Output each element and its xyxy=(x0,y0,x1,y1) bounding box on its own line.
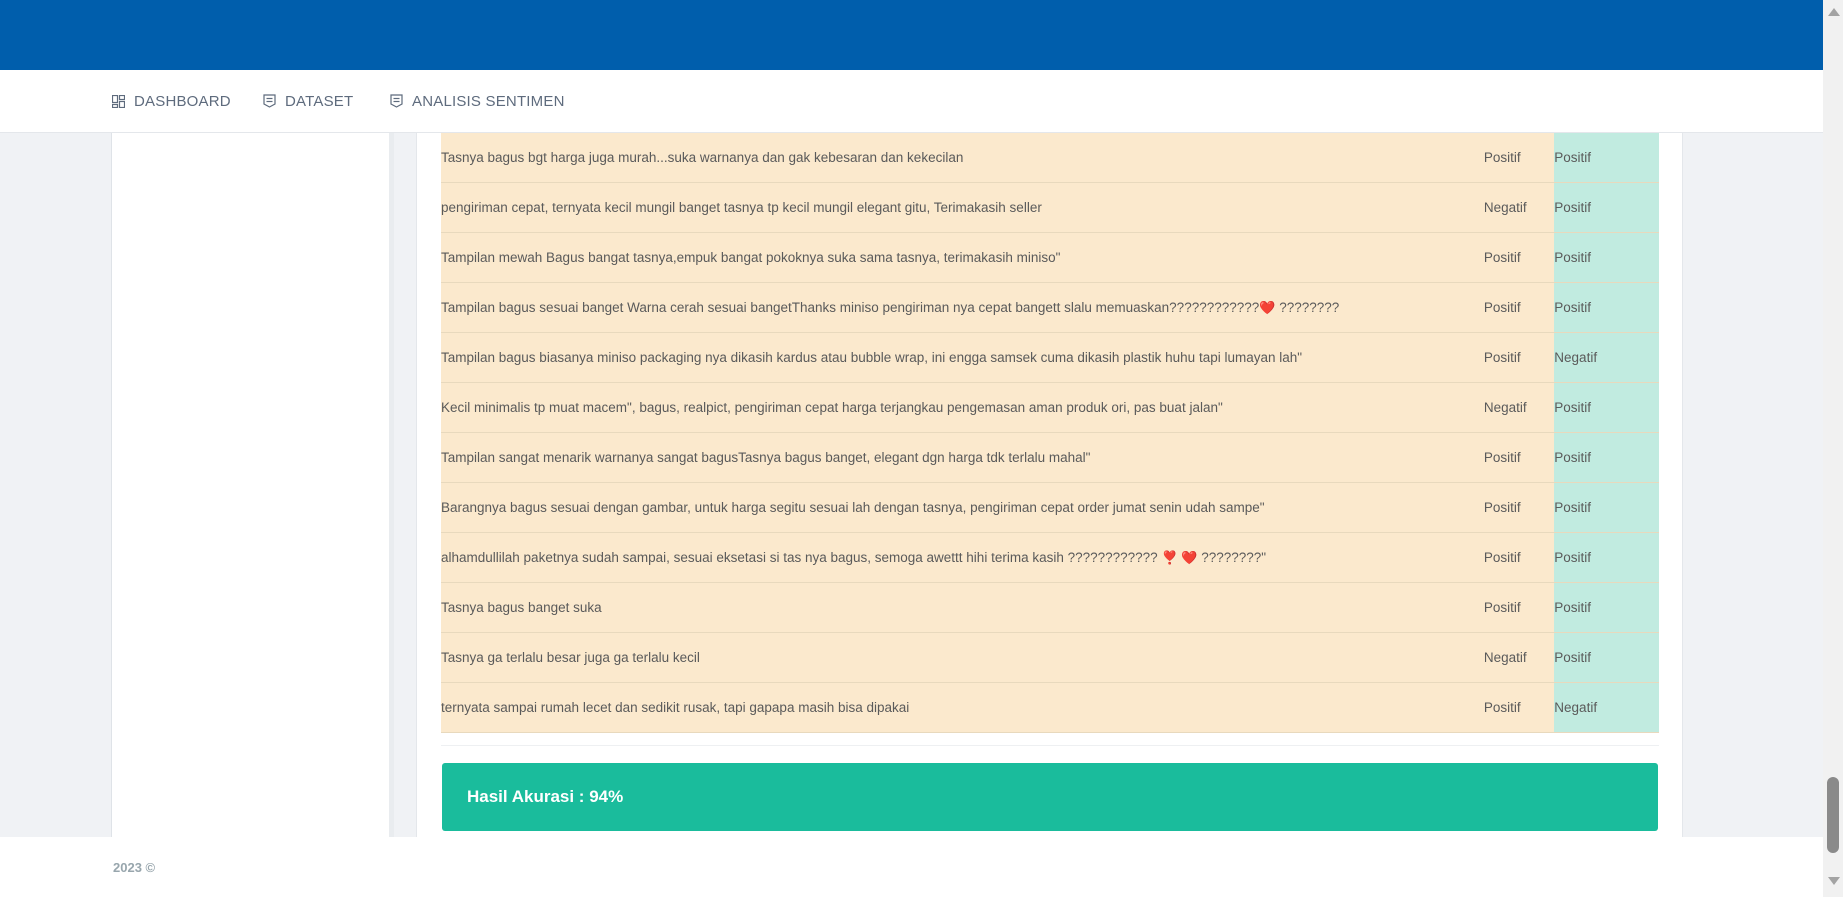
main-navbar: DASHBOARD DATASET ANALISIS SENTIMEN xyxy=(0,70,1823,133)
review-text-cell: alhamdullilah paketnya sudah sampai, ses… xyxy=(441,532,1484,583)
review-text-cell: Tasnya bagus bgt harga juga murah...suka… xyxy=(441,133,1484,183)
table-row: Barangnya bagus sesuai dengan gambar, un… xyxy=(441,482,1659,533)
nav-item-analisis-sentimen[interactable]: ANALISIS SENTIMEN xyxy=(390,70,565,132)
review-text-cell: Barangnya bagus sesuai dengan gambar, un… xyxy=(441,482,1484,533)
heart-emoji: ❤️ xyxy=(1259,299,1276,315)
review-text-suffix: ???????? xyxy=(1279,299,1340,315)
footer-copyright: 2023 © xyxy=(113,860,156,875)
table-row: Tasnya bagus bgt harga juga murah...suka… xyxy=(441,133,1659,183)
table-row: Kecil minimalis tp muat macem", bagus, r… xyxy=(441,382,1659,433)
nav-item-dataset[interactable]: DATASET xyxy=(263,70,353,132)
review-text-cell: pengiriman cepat, ternyata kecil mungil … xyxy=(441,182,1484,233)
nav-label-analisis-sentimen: ANALISIS SENTIMEN xyxy=(412,92,565,110)
table-row: ternyata sampai rumah lecet dan sedikit … xyxy=(441,682,1659,733)
actual-label-cell: Positif xyxy=(1483,582,1555,633)
actual-label-cell: Positif xyxy=(1483,532,1555,583)
section-divider xyxy=(441,745,1659,746)
dashboard-icon xyxy=(112,94,125,108)
document-icon xyxy=(390,94,403,108)
actual-label-cell: Negatif xyxy=(1483,182,1555,233)
page-footer: 2023 © xyxy=(0,837,1823,897)
review-text-cell: Kecil minimalis tp muat macem", bagus, r… xyxy=(441,382,1484,433)
actual-label-cell: Negatif xyxy=(1483,632,1555,683)
table-row: Tampilan bagus sesuai banget Warna cerah… xyxy=(441,282,1659,333)
table-row: Tasnya bagus banget suka Positif Positif xyxy=(441,582,1659,633)
review-text-cell: ternyata sampai rumah lecet dan sedikit … xyxy=(441,682,1484,733)
predicted-label-cell: Positif xyxy=(1554,632,1659,683)
review-text: Tampilan bagus sesuai banget Warna cerah… xyxy=(441,299,1260,315)
table-row: alhamdullilah paketnya sudah sampai, ses… xyxy=(441,532,1659,583)
table-row: Tampilan mewah Bagus bangat tasnya,empuk… xyxy=(441,232,1659,283)
scroll-down-arrow-icon[interactable] xyxy=(1828,877,1840,885)
predicted-label-cell: Positif xyxy=(1554,232,1659,283)
scrollbar-thumb[interactable] xyxy=(1827,777,1839,853)
actual-label-cell: Negatif xyxy=(1483,382,1555,433)
nav-label-dashboard: DASHBOARD xyxy=(134,92,231,110)
predicted-label-cell: Positif xyxy=(1554,382,1659,433)
review-text-cell: Tampilan bagus sesuai banget Warna cerah… xyxy=(441,282,1484,333)
predicted-label-cell: Negatif xyxy=(1554,332,1659,383)
predicted-label-cell: Positif xyxy=(1554,432,1659,483)
top-header-bar xyxy=(0,0,1823,70)
review-text: alhamdullilah paketnya sudah sampai, ses… xyxy=(441,549,1158,565)
review-text-suffix: ????????" xyxy=(1201,549,1267,565)
actual-label-cell: Positif xyxy=(1483,332,1555,383)
predicted-label-cell: Positif xyxy=(1554,482,1659,533)
sentiment-results-table: Tasnya bagus bgt harga juga murah...suka… xyxy=(441,133,1659,733)
vertical-scrollbar[interactable] xyxy=(1823,0,1843,897)
accuracy-label: Hasil Akurasi : 94% xyxy=(467,787,624,806)
results-panel: Tasnya bagus bgt harga juga murah...suka… xyxy=(416,133,1683,837)
review-text-cell: Tampilan sangat menarik warnanya sangat … xyxy=(441,432,1484,483)
table-row: Tampilan bagus biasanya miniso packaging… xyxy=(441,332,1659,383)
heart-emoji: ❣️ ❤️ xyxy=(1161,549,1198,565)
review-text-cell: Tasnya ga terlalu besar juga ga terlalu … xyxy=(441,632,1484,683)
actual-label-cell: Positif xyxy=(1483,282,1555,333)
predicted-label-cell: Positif xyxy=(1554,133,1659,183)
predicted-label-cell: Positif xyxy=(1554,582,1659,633)
predicted-label-cell: Positif xyxy=(1554,532,1659,583)
scroll-up-arrow-icon[interactable] xyxy=(1828,8,1840,16)
predicted-label-cell: Positif xyxy=(1554,282,1659,333)
table-row: Tasnya ga terlalu besar juga ga terlalu … xyxy=(441,632,1659,683)
actual-label-cell: Positif xyxy=(1483,432,1555,483)
review-text-cell: Tasnya bagus banget suka xyxy=(441,582,1484,633)
actual-label-cell: Positif xyxy=(1483,482,1555,533)
table-row: Tampilan sangat menarik warnanya sangat … xyxy=(441,432,1659,483)
review-text-cell: Tampilan bagus biasanya miniso packaging… xyxy=(441,332,1484,383)
document-icon xyxy=(263,94,276,108)
predicted-label-cell: Negatif xyxy=(1554,682,1659,733)
predicted-label-cell: Positif xyxy=(1554,182,1659,233)
review-text-cell: Tampilan mewah Bagus bangat tasnya,empuk… xyxy=(441,232,1484,283)
actual-label-cell: Positif xyxy=(1483,133,1555,183)
main-content: Tasnya bagus bgt harga juga murah...suka… xyxy=(0,133,1823,837)
nav-label-dataset: DATASET xyxy=(285,92,354,110)
sidebar xyxy=(111,133,394,837)
accuracy-banner: Hasil Akurasi : 94% xyxy=(442,763,1658,831)
actual-label-cell: Positif xyxy=(1483,232,1555,283)
nav-item-dashboard[interactable]: DASHBOARD xyxy=(112,70,231,132)
actual-label-cell: Positif xyxy=(1483,682,1555,733)
table-row: pengiriman cepat, ternyata kecil mungil … xyxy=(441,182,1659,233)
